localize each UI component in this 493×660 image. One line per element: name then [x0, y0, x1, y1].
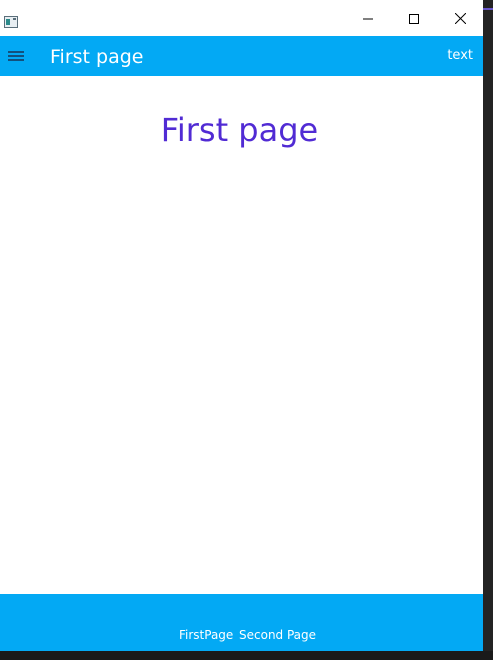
accent-strip	[483, 8, 493, 10]
app-window-icon	[4, 13, 18, 28]
hamburger-menu-icon[interactable]	[6, 48, 26, 64]
minimize-button[interactable]	[345, 0, 391, 36]
close-icon	[454, 9, 466, 28]
background-bottom-edge	[0, 651, 493, 660]
tab-first-page[interactable]: FirstPage	[179, 628, 233, 642]
close-button[interactable]	[437, 0, 483, 36]
page-heading: First page	[160, 111, 319, 149]
background-window-edge	[483, 0, 493, 660]
toolbar-text-item[interactable]: text	[447, 48, 473, 64]
app-window: First page text First page FirstPage Sec…	[0, 0, 483, 651]
maximize-icon	[409, 9, 419, 28]
minimize-icon	[363, 9, 373, 28]
page-title: First page	[50, 46, 144, 68]
window-titlebar[interactable]	[0, 0, 483, 36]
maximize-button[interactable]	[391, 0, 437, 36]
page-content: First page	[0, 76, 483, 594]
bottom-tab-bar: FirstPage Second Page	[0, 594, 483, 651]
app-header: First page text	[0, 36, 483, 76]
tab-second-page[interactable]: Second Page	[239, 628, 316, 642]
